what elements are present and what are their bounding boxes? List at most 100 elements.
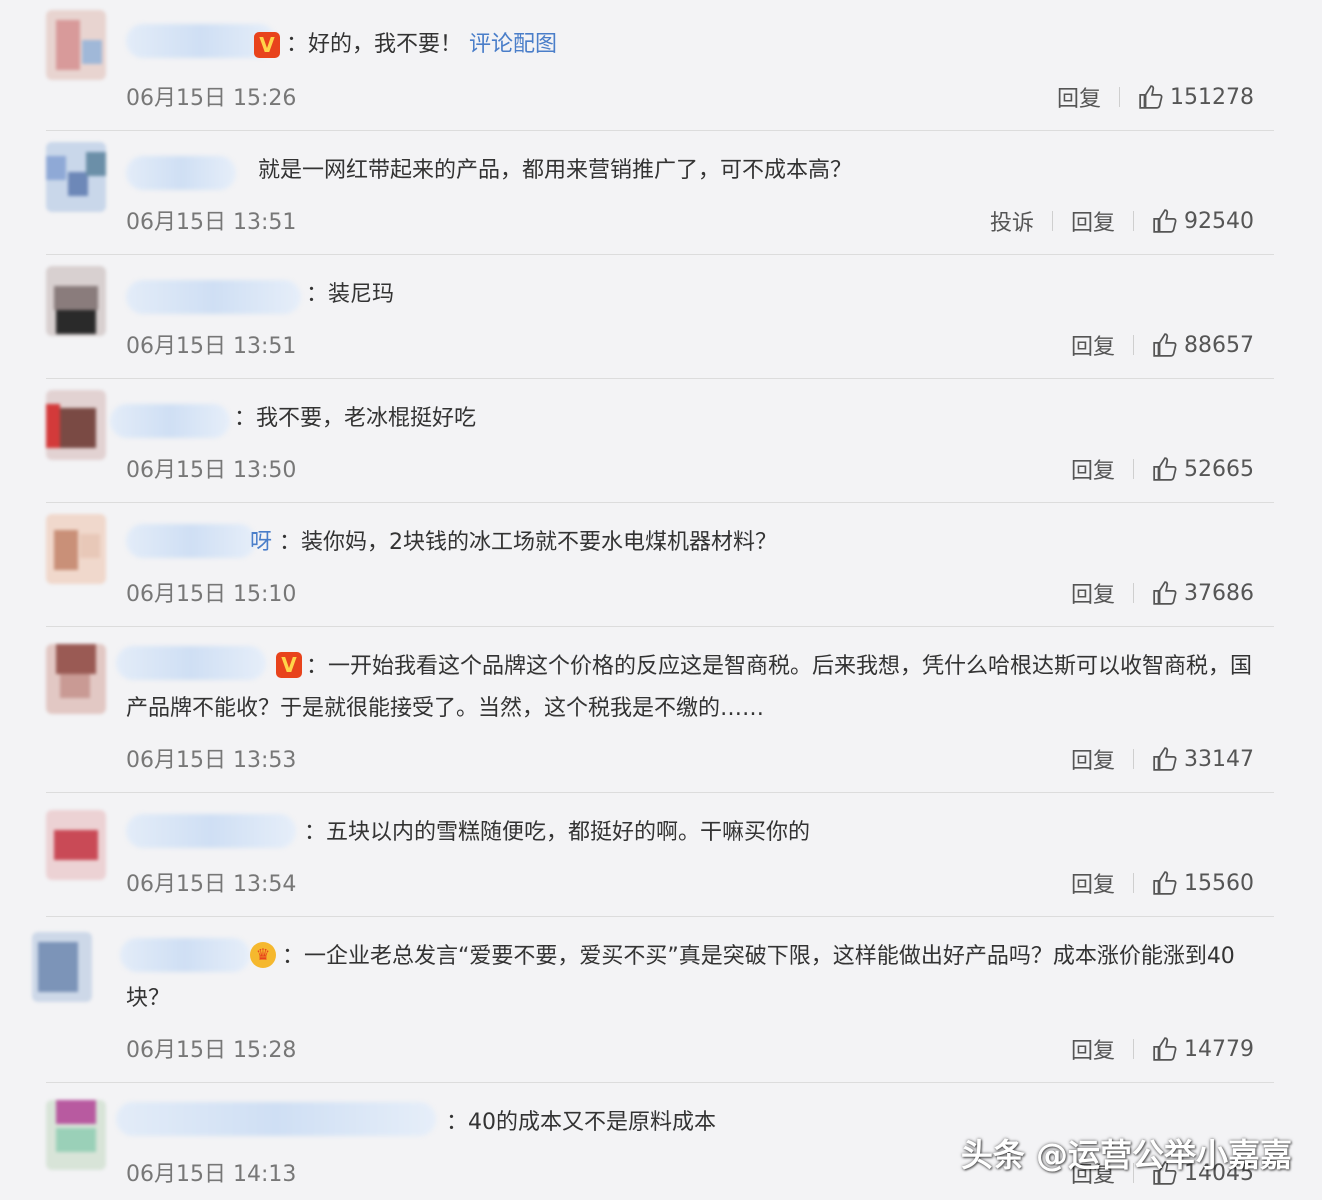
comment-time: 06月15日 14:13 bbox=[126, 1162, 297, 1187]
reply-button[interactable]: 回复 bbox=[1071, 453, 1115, 485]
thumbs-up-icon bbox=[1139, 85, 1163, 109]
divider bbox=[1133, 873, 1134, 893]
user-avatar[interactable] bbox=[46, 266, 106, 336]
comment-time: 06月15日 13:51 bbox=[126, 334, 297, 359]
divider bbox=[1119, 87, 1121, 107]
user-avatar[interactable] bbox=[46, 390, 106, 460]
like-button[interactable]: 92540 bbox=[1152, 208, 1254, 234]
comment-time: 06月15日 13:54 bbox=[126, 872, 297, 897]
thumbs-up-icon bbox=[1153, 747, 1177, 771]
username-blurred[interactable] bbox=[110, 404, 230, 438]
thumbs-up-icon bbox=[1153, 1037, 1177, 1061]
comment-text: ：好的，我不要！ 评论配图 bbox=[286, 24, 557, 66]
user-avatar[interactable] bbox=[46, 142, 106, 212]
thumbs-up-icon bbox=[1153, 457, 1177, 481]
comment-text: ：一开始我看这个品牌这个价格的反应这是智商税。后来我想，凭什么哈根达斯可以收智商… bbox=[126, 646, 1274, 730]
comment-text: ：我不要，老冰棍挺好吃 bbox=[234, 398, 476, 440]
colon: ： bbox=[306, 282, 329, 307]
user-avatar[interactable] bbox=[46, 810, 106, 880]
comment-body: 装尼玛 bbox=[328, 282, 395, 307]
like-count: 37686 bbox=[1184, 580, 1254, 606]
like-button[interactable]: 15560 bbox=[1152, 870, 1254, 896]
comment-item: ♛ ：一企业老总发言“爱要不要，爱买不买”真是突破下限，这样能做出好产品吗？成本… bbox=[32, 916, 1274, 1083]
like-count: 15560 bbox=[1184, 870, 1254, 896]
comment-image-link[interactable]: 评论配图 bbox=[469, 32, 557, 57]
reply-button[interactable]: 回复 bbox=[1071, 1033, 1115, 1065]
like-count: 88657 bbox=[1184, 332, 1254, 358]
colon: ： bbox=[446, 1110, 469, 1135]
comment-item: V ：好的，我不要！ 评论配图 06月15日 15:26 回复 151278 bbox=[46, 10, 1274, 131]
colon: ： bbox=[306, 654, 329, 679]
comment-time: 06月15日 15:10 bbox=[126, 582, 297, 607]
colon: ： bbox=[234, 406, 257, 431]
comment-actions: 回复 88657 bbox=[1071, 328, 1254, 362]
comment-body: 装你妈，2块钱的冰工场就不要水电煤机器材料？ bbox=[301, 530, 778, 555]
comment-text: ：五块以内的雪糕随便吃，都挺好的啊。干嘛买你的 bbox=[304, 812, 810, 854]
colon: ： bbox=[286, 32, 309, 57]
like-count: 52665 bbox=[1184, 456, 1254, 482]
user-avatar[interactable] bbox=[46, 1100, 106, 1170]
comment-text: ：40的成本又不是原料成本 bbox=[446, 1102, 716, 1144]
comment-item: ：五块以内的雪糕随便吃，都挺好的啊。干嘛买你的 06月15日 13:54 回复 … bbox=[46, 792, 1274, 917]
comment-text: 就是一网红带起来的产品，都用来营销推广了，可不成本高？ bbox=[258, 150, 852, 192]
comment-item: ：我不要，老冰棍挺好吃 06月15日 13:50 回复 52665 bbox=[46, 378, 1274, 503]
comment-body: 好的，我不要！ bbox=[308, 32, 463, 57]
reply-button[interactable]: 回复 bbox=[1071, 743, 1115, 775]
like-count: 151278 bbox=[1170, 84, 1254, 110]
comment-actions: 回复 37686 bbox=[1071, 576, 1254, 610]
divider bbox=[1051, 211, 1053, 231]
colon: ： bbox=[282, 944, 305, 969]
comment-body: 一开始我看这个品牌这个价格的反应这是智商税。后来我想，凭什么哈根达斯可以收智商税… bbox=[126, 654, 1253, 721]
thumbs-up-icon bbox=[1153, 209, 1177, 233]
divider bbox=[1133, 459, 1134, 479]
thumbs-up-icon bbox=[1153, 581, 1177, 605]
comment-actions: 投诉 回复 92540 bbox=[990, 204, 1254, 238]
like-button[interactable]: 151278 bbox=[1138, 84, 1254, 110]
reply-button[interactable]: 回复 bbox=[1071, 205, 1115, 237]
comment-actions: 回复 14779 bbox=[1071, 1032, 1254, 1066]
comment-time: 06月15日 15:28 bbox=[126, 1038, 297, 1063]
like-button[interactable]: 14779 bbox=[1152, 1036, 1254, 1062]
like-count: 92540 bbox=[1184, 208, 1254, 234]
comment-time: 06月15日 13:53 bbox=[126, 748, 297, 773]
reply-button[interactable]: 回复 bbox=[1071, 329, 1115, 361]
divider bbox=[1133, 749, 1134, 769]
like-button[interactable]: 33147 bbox=[1152, 746, 1254, 772]
like-button[interactable]: 88657 bbox=[1152, 332, 1254, 358]
username-blurred[interactable] bbox=[116, 1102, 436, 1136]
user-avatar[interactable] bbox=[46, 644, 106, 714]
verified-v-badge: V bbox=[254, 32, 280, 58]
comment-item: 呀 ：装你妈，2块钱的冰工场就不要水电煤机器材料？ 06月15日 15:10 回… bbox=[46, 502, 1274, 627]
username-blurred[interactable] bbox=[126, 524, 256, 558]
username-blurred[interactable] bbox=[126, 280, 301, 314]
thumbs-up-icon bbox=[1153, 871, 1177, 895]
like-button[interactable]: 52665 bbox=[1152, 456, 1254, 482]
colon: ： bbox=[304, 820, 327, 845]
thumbs-up-icon bbox=[1153, 333, 1177, 357]
comment-actions: 回复 33147 bbox=[1071, 742, 1254, 776]
reply-button[interactable]: 回复 bbox=[1071, 577, 1115, 609]
divider bbox=[1133, 1039, 1134, 1059]
user-avatar[interactable] bbox=[46, 10, 106, 80]
comment-body: 五块以内的雪糕随便吃，都挺好的啊。干嘛买你的 bbox=[326, 820, 811, 845]
report-button[interactable]: 投诉 bbox=[990, 205, 1034, 237]
comment-text: 呀 ：装你妈，2块钱的冰工场就不要水电煤机器材料？ bbox=[250, 522, 777, 564]
reply-button[interactable]: 回复 bbox=[1057, 81, 1101, 113]
comment-body: 就是一网红带起来的产品，都用来营销推广了，可不成本高？ bbox=[258, 158, 853, 183]
user-avatar[interactable] bbox=[32, 932, 92, 1002]
like-count: 14779 bbox=[1184, 1036, 1254, 1062]
comment-actions: 回复 15560 bbox=[1071, 866, 1254, 900]
user-avatar[interactable] bbox=[46, 514, 106, 584]
comment-body: 40的成本又不是原料成本 bbox=[468, 1110, 717, 1135]
reply-button[interactable]: 回复 bbox=[1071, 867, 1115, 899]
username-blurred[interactable] bbox=[126, 814, 296, 848]
divider bbox=[1133, 335, 1134, 355]
username-blurred[interactable] bbox=[126, 156, 236, 190]
comment-time: 06月15日 15:26 bbox=[126, 86, 297, 111]
watermark: 头条 @运营公举小嘉嘉 bbox=[960, 1136, 1292, 1174]
comment-time: 06月15日 13:50 bbox=[126, 458, 297, 483]
comment-body: 我不要，老冰棍挺好吃 bbox=[256, 406, 477, 431]
comment-text: ：装尼玛 bbox=[306, 274, 394, 316]
like-button[interactable]: 37686 bbox=[1152, 580, 1254, 606]
username-tail[interactable]: 呀 bbox=[250, 530, 272, 555]
